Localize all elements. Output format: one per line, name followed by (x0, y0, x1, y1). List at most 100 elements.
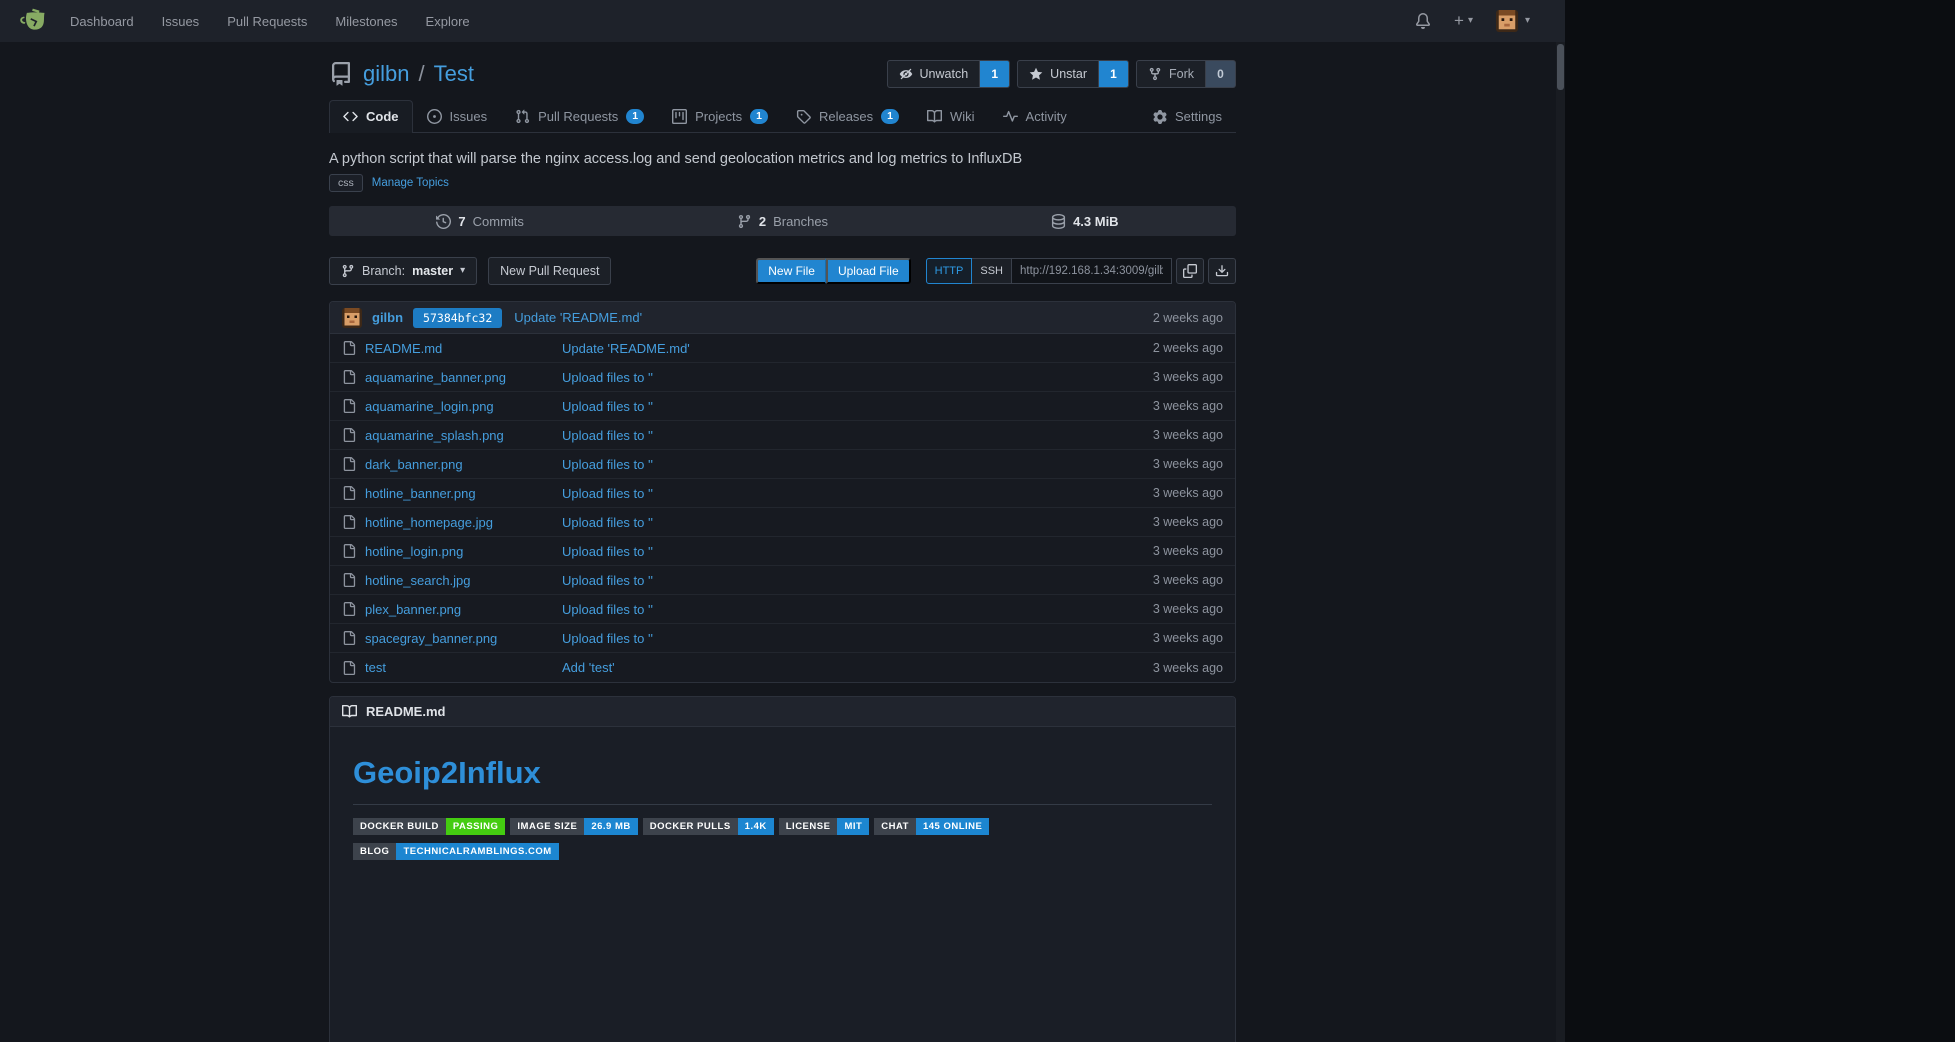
forks-count[interactable]: 0 (1206, 60, 1236, 88)
file-icon (342, 573, 356, 587)
topic-chip[interactable]: css (329, 174, 363, 192)
scrollbar-thumb[interactable] (1557, 44, 1564, 90)
file-commit-message-link[interactable]: Upload files to '' (562, 399, 1153, 414)
commit-author-link[interactable]: gilbn (372, 310, 403, 325)
commit-message-link[interactable]: Update 'README.md' (514, 310, 642, 325)
scrollbar[interactable] (1556, 42, 1565, 1042)
unwatch-button[interactable]: Unwatch (887, 60, 981, 88)
file-name-link[interactable]: hotline_login.png (365, 544, 463, 559)
file-commit-message-link[interactable]: Upload files to '' (562, 631, 1153, 646)
tab-code[interactable]: Code (329, 100, 413, 132)
file-commit-age: 3 weeks ago (1153, 573, 1223, 587)
stat-branches[interactable]: 2 Branches (631, 206, 933, 236)
topics-row: css Manage Topics (329, 174, 1236, 192)
tab-releases[interactable]: Releases 1 (782, 100, 913, 132)
issue-icon (427, 109, 442, 124)
badge-label: DOCKER PULLS (643, 818, 738, 835)
tab-wiki[interactable]: Wiki (913, 100, 989, 132)
caret-down-icon: ▾ (1468, 16, 1473, 26)
unstar-button[interactable]: Unstar (1017, 60, 1099, 88)
file-name-link[interactable]: spacegray_banner.png (365, 631, 497, 646)
file-name-link[interactable]: aquamarine_banner.png (365, 370, 506, 385)
file-name-link[interactable]: plex_banner.png (365, 602, 461, 617)
gitea-logo-icon[interactable] (19, 6, 49, 36)
stat-commits[interactable]: 7 Commits (329, 206, 631, 236)
file-row: aquamarine_banner.png Upload files to ''… (330, 363, 1235, 392)
file-name-link[interactable]: README.md (365, 341, 442, 356)
nav-milestones[interactable]: Milestones (335, 14, 397, 29)
repo-tab-bar: Code Issues Pull Requests 1 Projects 1 R… (329, 100, 1236, 133)
badge-chat[interactable]: CHAT 145 ONLINE (874, 818, 989, 835)
fork-button[interactable]: Fork (1136, 60, 1206, 88)
file-icon (342, 486, 356, 500)
file-commit-message-link[interactable]: Add 'test' (562, 660, 1153, 675)
file-commit-message-link[interactable]: Upload files to '' (562, 544, 1153, 559)
tab-settings[interactable]: Settings (1139, 100, 1236, 132)
tab-projects[interactable]: Projects 1 (658, 100, 782, 132)
file-commit-message-link[interactable]: Update 'README.md' (562, 341, 1153, 356)
file-commit-message-link[interactable]: Upload files to '' (562, 370, 1153, 385)
nav-explore[interactable]: Explore (426, 14, 470, 29)
tab-code-label: Code (366, 109, 399, 124)
tab-pull-requests[interactable]: Pull Requests 1 (501, 100, 658, 132)
copy-url-button[interactable] (1176, 258, 1204, 284)
repo-stats-bar: 7 Commits 2 Branches 4.3 MiB (329, 206, 1236, 236)
badge-docker-build[interactable]: DOCKER BUILD PASSING (353, 818, 505, 835)
file-name-link[interactable]: hotline_search.jpg (365, 573, 471, 588)
badge-image-size[interactable]: IMAGE SIZE 26.9 MB (510, 818, 637, 835)
badge-value: 145 ONLINE (916, 818, 989, 835)
nav-pull-requests[interactable]: Pull Requests (227, 14, 307, 29)
commit-sha-badge[interactable]: 57384bfc32 (413, 308, 502, 328)
ssh-toggle-button[interactable]: SSH (972, 258, 1012, 284)
file-commit-age: 2 weeks ago (1153, 341, 1223, 355)
branch-dropdown[interactable]: Branch: master ▾ (329, 257, 477, 285)
badge-license[interactable]: LICENSE MIT (779, 818, 870, 835)
clone-url-input[interactable] (1012, 258, 1172, 284)
nav-issues[interactable]: Issues (162, 14, 200, 29)
tab-issues[interactable]: Issues (413, 100, 502, 132)
download-button[interactable] (1208, 258, 1236, 284)
file-name-link[interactable]: hotline_banner.png (365, 486, 476, 501)
file-name-link[interactable]: aquamarine_splash.png (365, 428, 504, 443)
file-commit-message-link[interactable]: Upload files to '' (562, 602, 1153, 617)
unwatch-label: Unwatch (920, 67, 969, 81)
file-commit-message-link[interactable]: Upload files to '' (562, 515, 1153, 530)
stars-count[interactable]: 1 (1099, 60, 1129, 88)
repo-icon (329, 62, 353, 86)
history-clock-icon (436, 214, 451, 229)
repo-name-link[interactable]: Test (434, 61, 474, 87)
http-toggle-button[interactable]: HTTP (926, 258, 973, 284)
badge-blog[interactable]: BLOG TECHNICALRAMBLINGS.COM (353, 843, 559, 860)
new-pull-request-button[interactable]: New Pull Request (488, 257, 611, 285)
file-commit-message-link[interactable]: Upload files to '' (562, 573, 1153, 588)
file-name-link[interactable]: test (365, 660, 386, 675)
badge-row-2: BLOG TECHNICALRAMBLINGS.COM (353, 843, 1212, 860)
gear-icon (1153, 110, 1167, 124)
commits-label: Commits (473, 214, 524, 229)
file-name-link[interactable]: dark_banner.png (365, 457, 463, 472)
file-commit-age: 3 weeks ago (1153, 515, 1223, 529)
nav-dashboard[interactable]: Dashboard (70, 14, 134, 29)
user-menu[interactable]: ▾ (1496, 10, 1530, 32)
file-row: hotline_banner.png Upload files to '' 3 … (330, 479, 1235, 508)
file-name-link[interactable]: hotline_homepage.jpg (365, 515, 493, 530)
watchers-count[interactable]: 1 (980, 60, 1010, 88)
file-commit-message-link[interactable]: Upload files to '' (562, 457, 1153, 472)
upload-file-button[interactable]: Upload File (826, 258, 911, 284)
badge-docker-pulls[interactable]: DOCKER PULLS 1.4K (643, 818, 774, 835)
clone-controls: New File Upload File HTTP SSH (756, 258, 1236, 284)
file-commit-message-link[interactable]: Upload files to '' (562, 486, 1153, 501)
tab-activity[interactable]: Activity (989, 100, 1081, 132)
badge-value: MIT (837, 818, 869, 835)
new-file-button[interactable]: New File (756, 258, 826, 284)
navbar-right: + ▾ ▾ (1415, 10, 1546, 32)
repo-owner-link[interactable]: gilbn (363, 61, 409, 87)
manage-topics-link[interactable]: Manage Topics (372, 177, 449, 189)
commits-count: 7 (458, 214, 465, 229)
file-commit-message-link[interactable]: Upload files to '' (562, 428, 1153, 443)
file-name-link[interactable]: aquamarine_login.png (365, 399, 494, 414)
avatar[interactable] (342, 308, 362, 328)
tab-activity-label: Activity (1026, 109, 1067, 124)
bell-icon[interactable] (1415, 13, 1431, 29)
create-new-menu[interactable]: + ▾ (1454, 11, 1473, 31)
